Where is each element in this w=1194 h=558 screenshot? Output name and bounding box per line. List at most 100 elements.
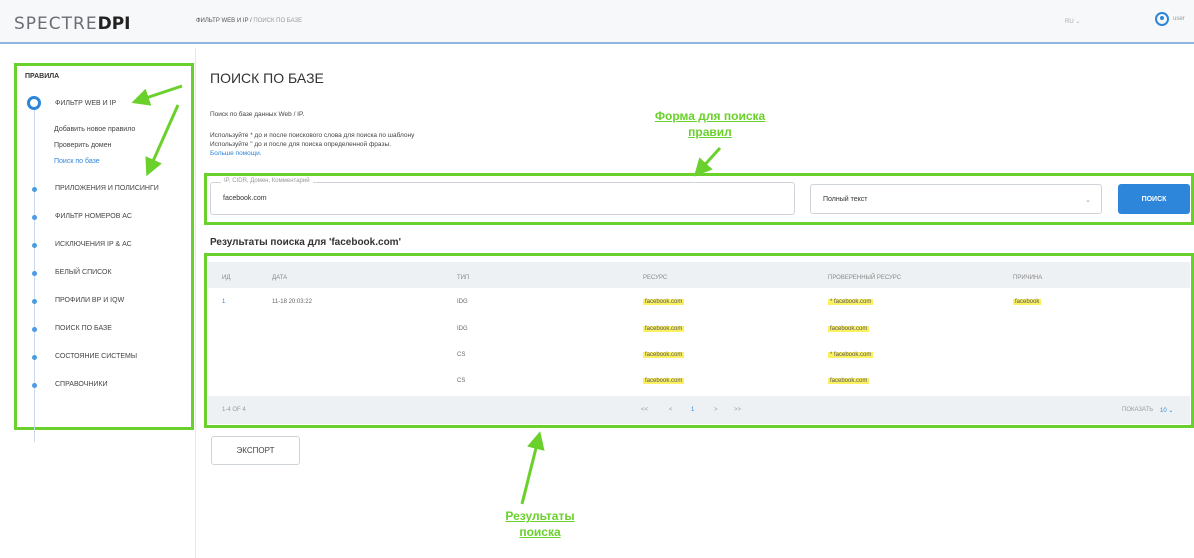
sidebar: ПРАВИЛА ФИЛЬТР WEB И IP Добавить новое п… xyxy=(14,63,194,442)
sidebar-item-exceptions[interactable]: ИСКЛЮЧЕНИЯ IP & АС xyxy=(17,240,187,254)
annotation-text: поиска xyxy=(519,525,561,539)
sidebar-subitem-check-domain[interactable]: Проверить домен xyxy=(54,142,112,149)
sidebar-item-label: ПРИЛОЖЕНИЯ И ПОЛИСИНГИ xyxy=(55,185,159,192)
step-dot-icon xyxy=(32,215,37,220)
breadcrumb-current: ПОИСК ПО БАЗЕ xyxy=(253,18,303,24)
table-cell-checked: * facebook.com xyxy=(828,352,874,358)
search-input[interactable]: IP, CIDR, Домен, Комментарий facebook.co… xyxy=(210,178,795,215)
table-cell-resource: facebook.com xyxy=(643,299,685,305)
table-cell-type: IDG xyxy=(457,299,468,305)
sidebar-item-db-search[interactable]: ПОИСК ПО БАЗЕ xyxy=(17,324,187,338)
sidebar-item-references[interactable]: СПРАВОЧНИКИ xyxy=(17,380,187,394)
last-page-button[interactable]: >> xyxy=(734,407,741,413)
sidebar-item-label: СПРАВОЧНИКИ xyxy=(55,381,108,388)
sidebar-divider xyxy=(195,48,196,558)
description-line: Используйте " до и после для поиска опре… xyxy=(210,141,391,148)
language-selector[interactable]: RU ⌄ xyxy=(1065,18,1080,25)
sidebar-item-label: СОСТОЯНИЕ СИСТЕМЫ xyxy=(55,353,138,360)
description-line: Используйте * до и после поискового слов… xyxy=(210,132,415,139)
sidebar-item-label: ПОИСК ПО БАЗЕ xyxy=(55,325,112,332)
annotation-text: правил xyxy=(688,125,732,139)
annotation-text: Результаты xyxy=(505,509,575,523)
step-dot-icon xyxy=(32,355,37,360)
highlighted-text: facebook.com xyxy=(643,326,685,332)
highlighted-text: facebook.com xyxy=(828,378,870,384)
results-title: Результаты поиска для 'facebook.com' xyxy=(210,237,401,248)
table-cell-id[interactable]: 1 xyxy=(222,299,225,305)
column-header-type[interactable]: ТИП xyxy=(457,275,469,281)
chevron-down-icon: ⌄ xyxy=(1085,197,1091,204)
table-cell-resource: facebook.com xyxy=(643,378,685,384)
table-cell-reason: facebook xyxy=(1013,299,1042,305)
search-input-value: facebook.com xyxy=(223,195,267,202)
highlighted-text: facebook.com xyxy=(643,352,685,358)
page-size-label: ПОКАЗАТЬ xyxy=(1122,407,1154,413)
logo-text: SPECTRE xyxy=(14,14,98,34)
top-bar: SPECTREDPI ФИЛЬТР WEB И IP / ПОИСК ПО БА… xyxy=(0,0,1194,44)
step-dot-icon xyxy=(32,187,37,192)
search-button[interactable]: ПОИСК xyxy=(1118,184,1190,214)
table-cell-checked: * facebook.com xyxy=(828,299,874,305)
column-header-date[interactable]: ДАТА xyxy=(272,275,287,281)
step-dot-icon xyxy=(32,243,37,248)
active-step-icon xyxy=(27,96,41,110)
column-header-reason[interactable]: ПРИЧИНА xyxy=(1013,275,1042,281)
sidebar-item-label: ФИЛЬТР НОМЕРОВ АС xyxy=(55,213,132,220)
highlighted-text: facebook.com xyxy=(828,326,870,332)
table-cell-checked: facebook.com xyxy=(828,326,870,332)
breadcrumb-parent[interactable]: ФИЛЬТР WEB И IP xyxy=(196,18,248,24)
sidebar-item-whitelist[interactable]: БЕЛЫЙ СПИСОК xyxy=(17,268,187,282)
first-page-button[interactable]: << xyxy=(641,407,648,413)
pagination-count: 1-4 OF 4 xyxy=(222,407,246,413)
sidebar-item-profiles[interactable]: ПРОФИЛИ ВР И IQW xyxy=(17,296,187,310)
step-dot-icon xyxy=(32,299,37,304)
table-cell-type: CS xyxy=(457,378,466,384)
sidebar-item-label: ФИЛЬТР WEB И IP xyxy=(55,100,117,107)
annotation-arrow xyxy=(693,146,722,177)
sidebar-item-label: ИСКЛЮЧЕНИЯ IP & АС xyxy=(55,241,132,248)
page-size-select[interactable]: 10 ⌄ xyxy=(1160,407,1173,414)
table-cell-checked: facebook.com xyxy=(828,378,870,384)
export-button[interactable]: ЭКСПОРТ xyxy=(211,436,300,465)
sidebar-item-web-ip-filter[interactable]: ФИЛЬТР WEB И IP xyxy=(17,96,187,113)
user-avatar-icon xyxy=(1155,12,1169,26)
table-header xyxy=(208,262,1190,288)
step-dot-icon xyxy=(32,271,37,276)
table-footer xyxy=(208,396,1190,424)
column-header-resource[interactable]: РЕСУРС xyxy=(643,275,667,281)
sidebar-item-label: БЕЛЫЙ СПИСОК xyxy=(55,269,112,276)
sidebar-item-label: ПРОФИЛИ ВР И IQW xyxy=(55,297,125,304)
sidebar-item-applications[interactable]: ПРИЛОЖЕНИЯ И ПОЛИСИНГИ xyxy=(17,184,187,198)
next-page-button[interactable]: > xyxy=(714,407,718,413)
user-name: user xyxy=(1173,16,1185,22)
help-link[interactable]: Больше помощи. xyxy=(210,150,262,157)
search-input-label: IP, CIDR, Домен, Комментарий xyxy=(221,178,313,184)
highlighted-text: * facebook.com xyxy=(828,352,874,358)
sidebar-subitem-add-rule[interactable]: Добавить новое правило xyxy=(54,126,135,133)
search-mode-select[interactable]: Полный текст ⌄ xyxy=(810,184,1102,214)
step-dot-icon xyxy=(32,327,37,332)
sidebar-item-system-status[interactable]: СОСТОЯНИЕ СИСТЕМЫ xyxy=(17,352,187,366)
annotation-form-label: Форма для поиска правил xyxy=(615,108,805,140)
column-header-checked-resource[interactable]: ПРОВЕРЕННЫЙ РЕСУРС xyxy=(828,275,901,281)
page-title: ПОИСК ПО БАЗЕ xyxy=(210,70,324,86)
search-mode-value: Полный текст xyxy=(823,196,868,203)
column-header-id[interactable]: ИД xyxy=(222,275,230,281)
highlighted-text: facebook.com xyxy=(643,299,685,305)
highlighted-text: * facebook.com xyxy=(828,299,874,305)
step-dot-icon xyxy=(32,383,37,388)
table-cell-resource: facebook.com xyxy=(643,326,685,332)
sidebar-item-as-filter[interactable]: ФИЛЬТР НОМЕРОВ АС xyxy=(17,212,187,226)
logo-bold-text: DPI xyxy=(97,14,131,34)
logo[interactable]: SPECTREDPI xyxy=(14,14,131,34)
page-1-button[interactable]: 1 xyxy=(691,407,694,413)
annotation-results-label: Результаты поиска xyxy=(450,508,630,540)
annotation-text: Форма для поиска xyxy=(654,109,766,123)
table-cell-date: 11-18 20:03:22 xyxy=(272,299,312,305)
user-menu[interactable]: user xyxy=(1155,12,1185,26)
description-line: Поиск по базе данных Web / IP. xyxy=(210,111,305,118)
prev-page-button[interactable]: < xyxy=(669,407,673,413)
breadcrumb: ФИЛЬТР WEB И IP / ПОИСК ПО БАЗЕ xyxy=(196,18,302,24)
sidebar-subitem-search[interactable]: Поиск по базе xyxy=(54,158,100,165)
sidebar-title: ПРАВИЛА xyxy=(25,73,60,80)
